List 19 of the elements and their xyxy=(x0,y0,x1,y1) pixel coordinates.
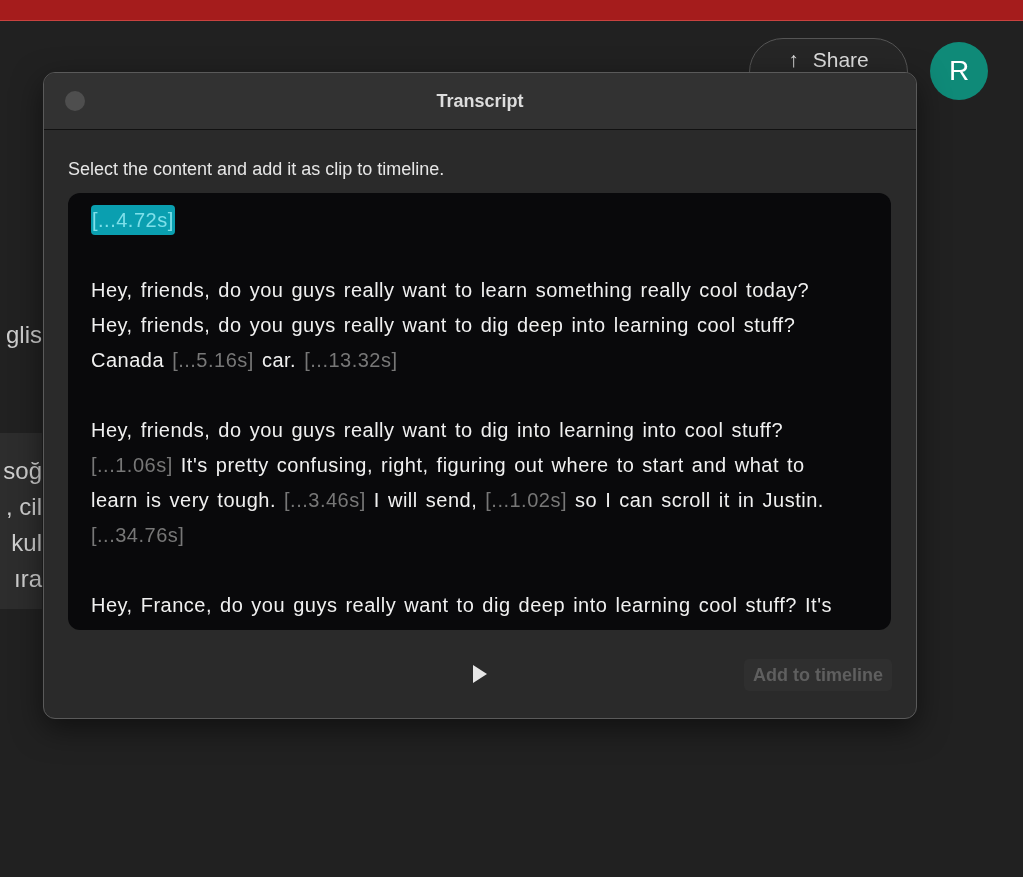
pause-marker[interactable]: [...5.16s] xyxy=(172,349,254,371)
background-text: kul xyxy=(10,528,42,558)
pause-marker[interactable]: [...1.02s] xyxy=(485,489,567,511)
instruction-text: Select the content and add it as clip to timeline. xyxy=(68,159,446,180)
play-button[interactable] xyxy=(472,664,488,684)
background-text: , cil xyxy=(6,492,42,522)
background-text: glis xyxy=(6,320,42,350)
transcript-paragraph: Hey, France, do you guys really want to dig deep into learning cool stuff? It's xyxy=(91,593,833,618)
transcript-paragraph: Hey, friends, do you guys really want to dig into learning into cool stuff? [...1.06s] It's pretty confusing, right, figuring out where to start and what to learn is very tough. [...3.46s] I will send, [...1.02s] so I can scroll it in Justin. [...34.76s] xyxy=(91,418,825,548)
avatar[interactable]: R xyxy=(930,42,988,100)
pause-marker[interactable]: [...1.06s] xyxy=(91,454,173,476)
pause-marker[interactable]: [...3.46s] xyxy=(284,489,366,511)
transcript-paragraph: Hey, friends, do you guys really want to learn something really cool today? Hey, friends, do you guys really want to dig deep into learning cool stuff? Canada [...5.16s] car. [...13.32s] xyxy=(91,278,811,373)
close-dot-icon[interactable] xyxy=(65,91,85,111)
pause-marker[interactable]: [...34.76s] xyxy=(91,524,185,546)
background-text: ıra xyxy=(14,564,42,594)
pause-marker[interactable]: [...13.32s] xyxy=(304,349,398,371)
background-text: soğ xyxy=(3,456,42,486)
dialog-title: Transcript xyxy=(436,90,524,112)
